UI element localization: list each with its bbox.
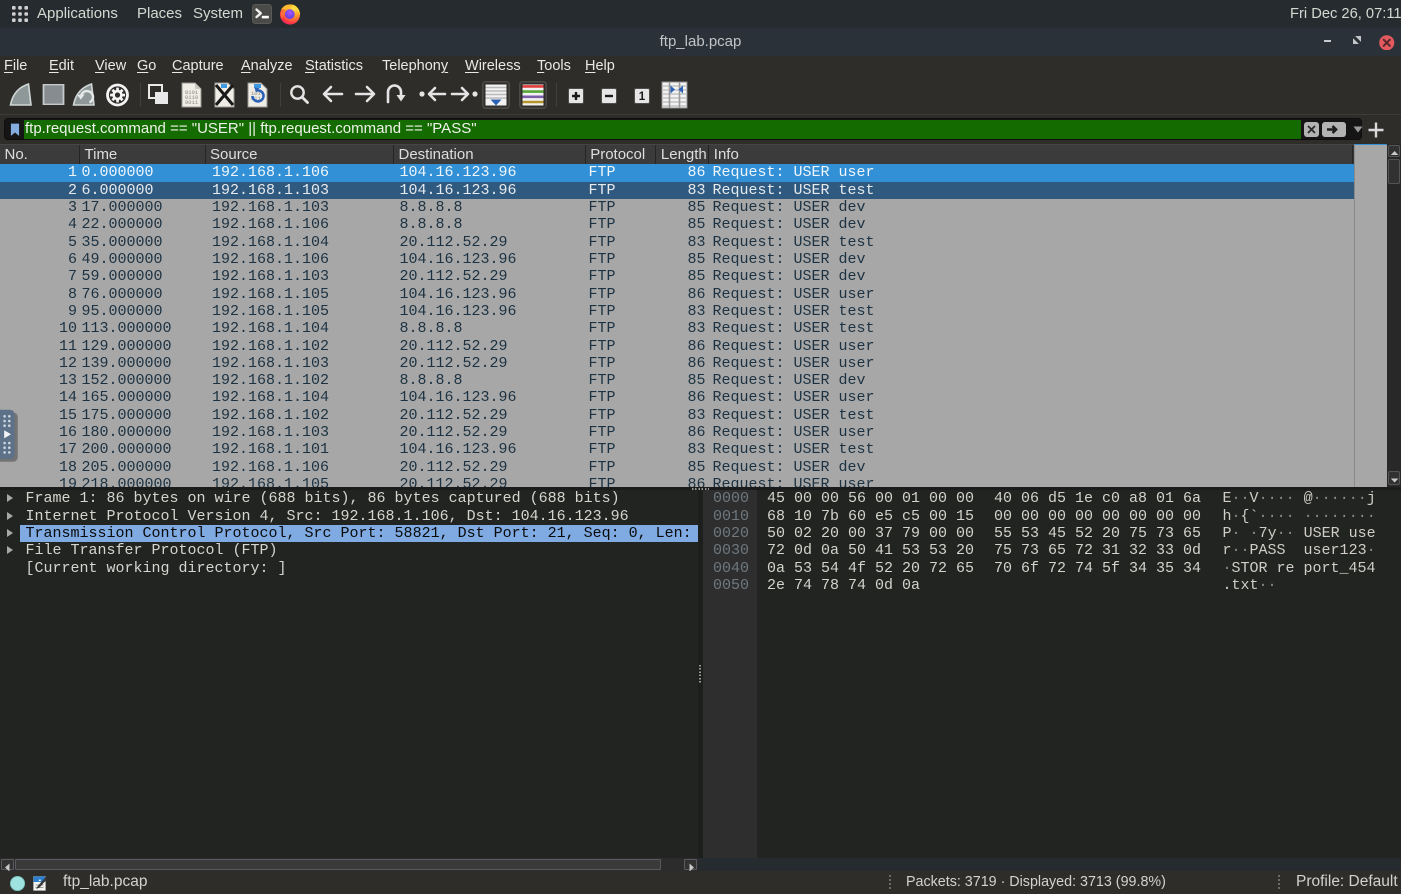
svg-text:0011: 0011: [185, 99, 199, 106]
svg-text:1: 1: [638, 91, 645, 103]
